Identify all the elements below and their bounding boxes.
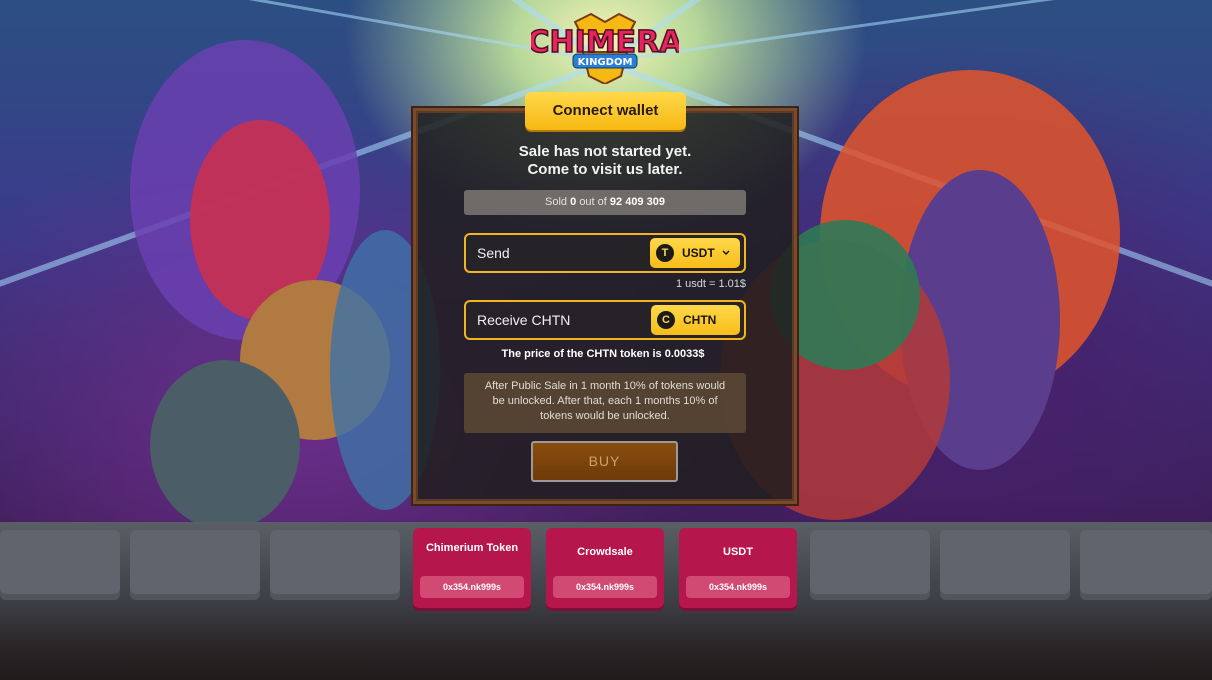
contract-address[interactable]: 0x354.nk999s bbox=[553, 576, 657, 598]
sale-status-message: Sale has not started yet. Come to visit … bbox=[413, 143, 797, 179]
svg-text:KINGDOM: KINGDOM bbox=[578, 57, 633, 68]
contract-address[interactable]: 0x354.nk999s bbox=[420, 576, 524, 598]
token-price-text: The price of the CHTN token is 0.0033$ bbox=[501, 348, 705, 360]
sold-progress-bar: Sold 0 out of 92 409 309 bbox=[464, 190, 746, 215]
chevron-down-icon bbox=[722, 250, 730, 256]
contract-title: Crowdsale bbox=[577, 546, 633, 558]
receive-field[interactable]: Receive CHTN C CHTN bbox=[464, 300, 746, 340]
sold-middle: out of bbox=[579, 196, 607, 208]
contract-title: USDT bbox=[723, 546, 753, 558]
send-token-select[interactable]: T USDT bbox=[650, 238, 740, 268]
sold-value: 0 bbox=[570, 196, 577, 208]
send-label: Send bbox=[477, 245, 510, 261]
chtn-coin-icon: C bbox=[657, 311, 675, 329]
receive-token-label: CHTN bbox=[683, 313, 717, 327]
chimera-kingdom-logo: CHIMERA KINGDOM bbox=[531, 12, 679, 84]
connect-wallet-button[interactable]: Connect wallet bbox=[525, 92, 686, 130]
contract-address[interactable]: 0x354.nk999s bbox=[686, 576, 790, 598]
contract-card-crowdsale[interactable]: Crowdsale 0x354.nk999s bbox=[546, 528, 664, 608]
contract-card-chimerium[interactable]: Chimerium Token 0x354.nk999s bbox=[413, 528, 531, 608]
exchange-rate: 1 usdt = 1.01$ bbox=[675, 278, 746, 290]
sold-total: 92 409 309 bbox=[609, 196, 665, 208]
receive-label: Receive CHTN bbox=[477, 312, 571, 328]
tether-icon: T bbox=[656, 244, 674, 262]
sale-status-line: Come to visit us later. bbox=[527, 161, 683, 178]
contract-card-usdt[interactable]: USDT 0x354.nk999s bbox=[679, 528, 797, 608]
receive-token-select[interactable]: C CHTN bbox=[651, 305, 740, 335]
sold-prefix: Sold bbox=[545, 196, 568, 208]
unlock-info-box: After Public Sale in 1 month 10% of toke… bbox=[464, 373, 746, 433]
buy-button[interactable]: BUY bbox=[531, 441, 678, 482]
contract-title: Chimerium Token bbox=[425, 542, 519, 554]
send-token-label: USDT bbox=[682, 246, 715, 260]
send-field[interactable]: Send T USDT bbox=[464, 233, 746, 273]
sale-status-line: Sale has not started yet. bbox=[518, 143, 692, 160]
